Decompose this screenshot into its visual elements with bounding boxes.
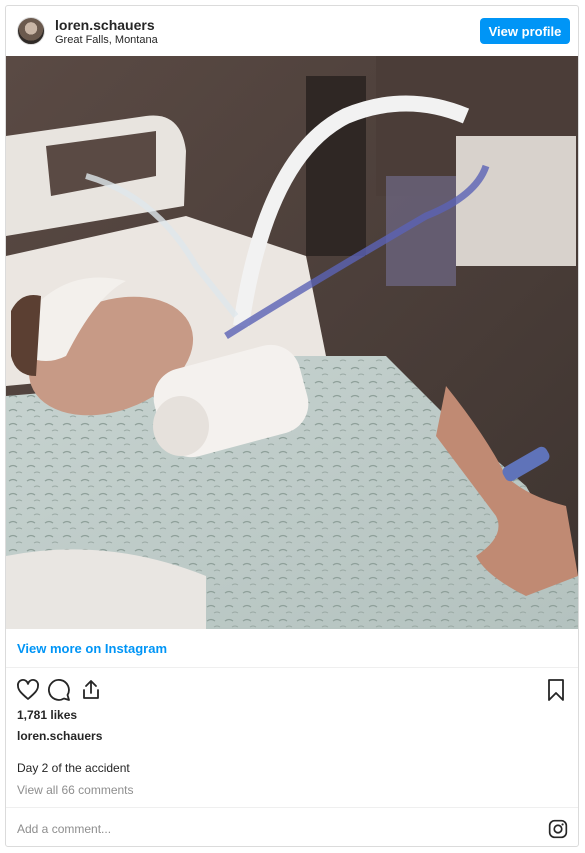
add-comment-field[interactable]: Add a comment... xyxy=(17,822,111,836)
post-caption: Day 2 of the accident xyxy=(17,761,130,775)
view-more-bar: View more on Instagram xyxy=(6,630,578,668)
instagram-embed-card: loren.schauers Great Falls, Montana View… xyxy=(5,5,579,847)
avatar[interactable] xyxy=(17,17,45,45)
username[interactable]: loren.schauers xyxy=(55,17,155,33)
action-bar xyxy=(6,670,578,704)
view-all-comments-link[interactable]: View all 66 comments xyxy=(17,783,134,797)
owner-username[interactable]: loren.schauers xyxy=(17,729,102,743)
post-header: loren.schauers Great Falls, Montana View… xyxy=(6,6,578,56)
hospital-photo xyxy=(6,56,578,629)
heart-icon[interactable] xyxy=(16,678,40,702)
comment-icon[interactable] xyxy=(47,678,71,702)
bookmark-icon[interactable] xyxy=(544,678,568,702)
location[interactable]: Great Falls, Montana xyxy=(55,34,158,46)
comment-footer: Add a comment... xyxy=(6,807,578,846)
view-profile-button[interactable]: View profile xyxy=(480,18,570,44)
share-icon[interactable] xyxy=(79,678,103,702)
post-image[interactable] xyxy=(6,56,578,629)
view-more-link[interactable]: View more on Instagram xyxy=(17,641,167,656)
instagram-icon[interactable] xyxy=(548,819,568,839)
likes-count[interactable]: 1,781 likes xyxy=(17,708,77,722)
